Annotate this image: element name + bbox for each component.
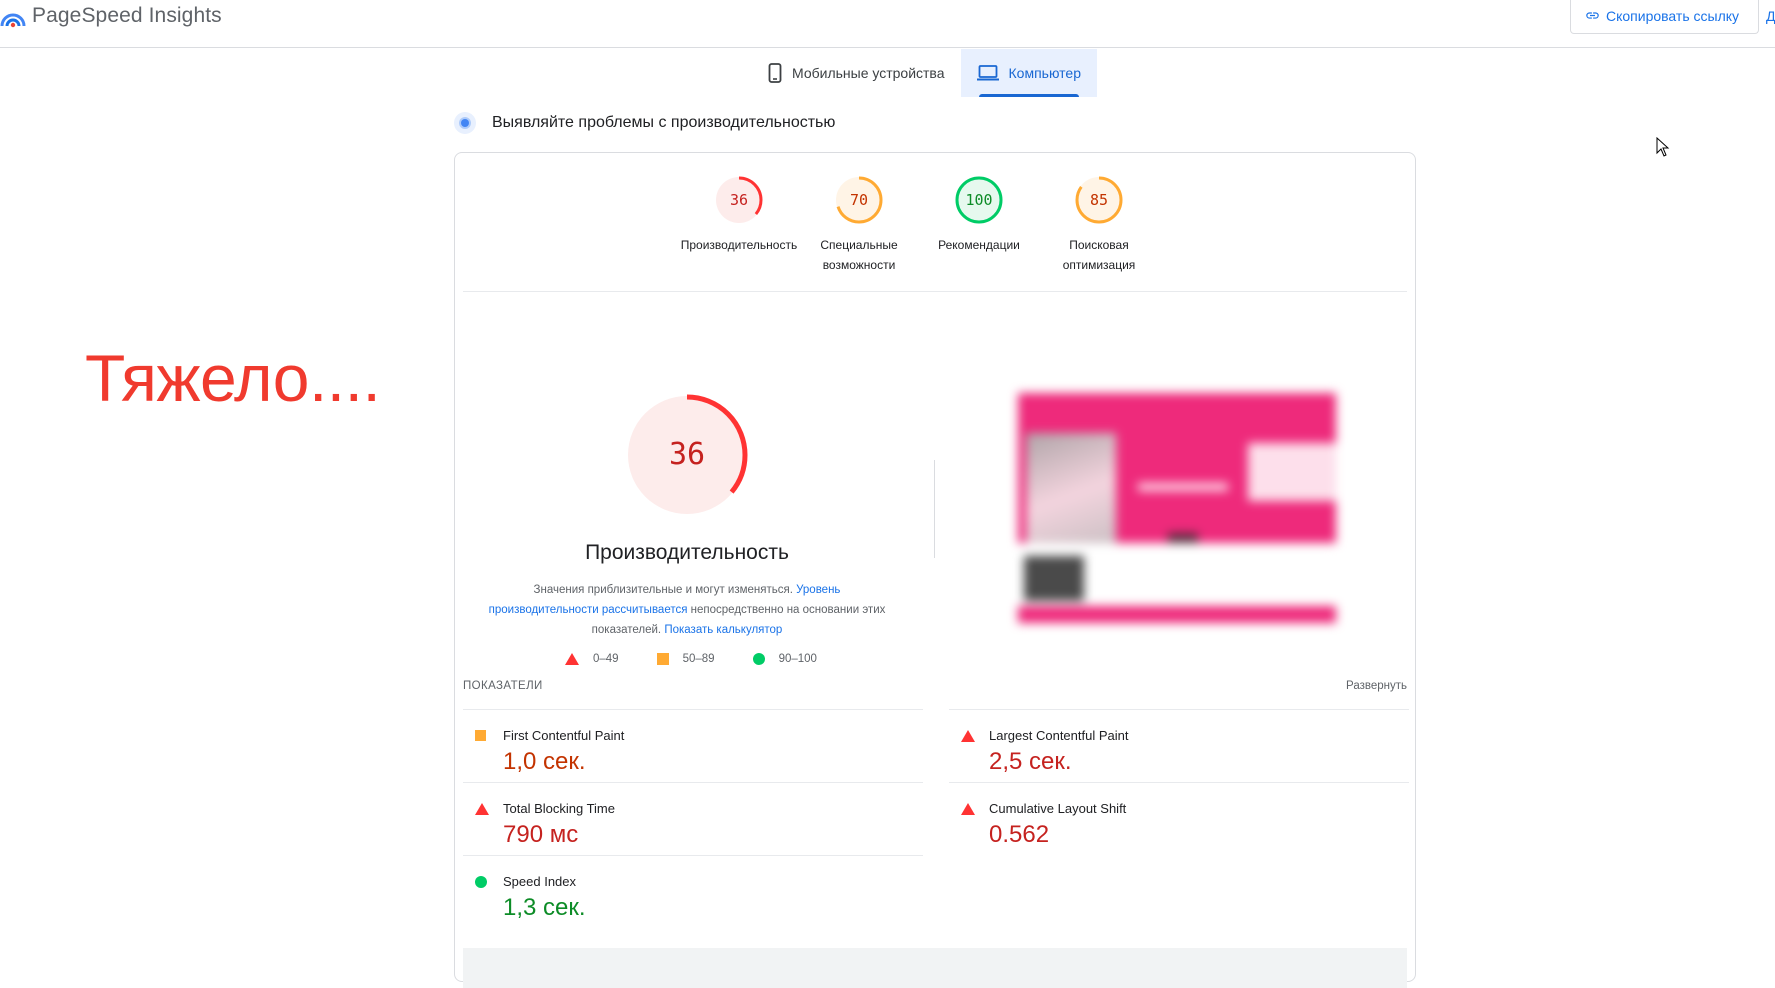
tab-desktop-label: Компьютер [1008, 65, 1081, 81]
gauge-label: Производительность [680, 238, 798, 252]
annotation-caption: Тяжело.... [85, 341, 381, 415]
legend-pass: 90–100 [752, 653, 817, 665]
app-logo[interactable]: PageSpeed Insights [0, 4, 222, 28]
note-text-1: Значения приблизительные и могут изменят… [533, 584, 793, 596]
gauge-label: Рекомендации [938, 238, 1020, 252]
tab-desktop[interactable]: Компьютер [960, 49, 1097, 97]
metrics-header: ПОКАЗАТЕЛИ Развернуть [463, 680, 1407, 708]
metric-lcp: Largest Contentful Paint 2,5 сек. [949, 709, 1409, 782]
diagnose-icon [454, 112, 476, 134]
triangle-icon [961, 803, 975, 815]
performance-note: Значения приблизительные и могут изменят… [485, 580, 889, 640]
triangle-icon [475, 803, 489, 815]
gauge-score: 100 [965, 191, 992, 209]
legend-range: 0–49 [593, 653, 619, 665]
device-tabs: Мобильные устройства Компьютер [752, 49, 1097, 97]
circle-icon [752, 653, 765, 665]
page-screenshot-thumbnail [1018, 393, 1336, 625]
gauge-ring: 36 [715, 176, 763, 224]
legend-range: 90–100 [778, 653, 817, 665]
category-gauges: 36 Производительность 70 Специальные воз… [679, 175, 1159, 275]
square-icon [656, 653, 669, 665]
legend-average: 50–89 [656, 653, 715, 665]
section-title: Выявляйте проблемы с производительностью [454, 112, 835, 134]
performance-title: Производительность [585, 541, 789, 564]
score-legend: 0–49 50–89 90–100 [565, 653, 855, 665]
expand-button[interactable]: Развернуть [1346, 680, 1407, 708]
metric-value: 1,3 сек. [503, 894, 586, 921]
cut-off-button-label[interactable]: Д [1766, 8, 1775, 24]
gauge-ring: 100 [955, 176, 1003, 224]
metric-value: 1,0 сек. [503, 748, 586, 775]
pagespeed-logo-icon [0, 13, 26, 28]
laptop-icon [976, 65, 999, 81]
triangle-icon [961, 730, 975, 742]
gauge-score: 85 [1090, 191, 1108, 209]
metrics-title: ПОКАЗАТЕЛИ [463, 680, 543, 692]
mouse-cursor-icon [1656, 137, 1670, 157]
metric-si: Speed Index 1,3 сек. [463, 855, 923, 928]
smartphone-icon [768, 63, 782, 83]
gauge-best-practices[interactable]: 100 Рекомендации [919, 175, 1039, 275]
report-card: 36 Производительность 70 Специальные воз… [454, 152, 1416, 988]
circle-icon [475, 876, 487, 888]
triangle-icon [565, 653, 579, 665]
tab-mobile-label: Мобильные устройства [792, 65, 945, 81]
metric-tbt: Total Blocking Time 790 мс [463, 782, 923, 855]
gauge-ring: 70 [835, 176, 883, 224]
metric-value: 0.562 [989, 821, 1050, 848]
section-title-text: Выявляйте проблемы с производительностью [492, 114, 836, 131]
gauge-label: Специальные возможности [820, 238, 898, 272]
metric-name: Cumulative Layout Shift [989, 801, 1127, 816]
gauge-performance[interactable]: 36 Производительность [679, 175, 799, 275]
link-icon [1586, 12, 1599, 19]
performance-big-gauge: 36 [626, 394, 748, 516]
vertical-divider [934, 460, 935, 558]
divider [463, 291, 1407, 292]
copy-link-label: Скопировать ссылку [1606, 7, 1740, 24]
metric-name: Largest Contentful Paint [989, 728, 1129, 743]
runtime-settings-strip [463, 948, 1407, 988]
gauge-seo[interactable]: 85 Поисковая оптимизация [1039, 175, 1159, 275]
metric-value: 790 мс [503, 821, 579, 848]
metric-name: First Contentful Paint [503, 728, 625, 743]
metric-cls: Cumulative Layout Shift 0.562 [949, 782, 1409, 855]
gauge-score: 70 [850, 191, 868, 209]
metric-fcp: First Contentful Paint 1,0 сек. [463, 709, 923, 782]
metric-value: 2,5 сек. [989, 748, 1072, 775]
show-calculator-link[interactable]: Показать калькулятор [664, 624, 782, 636]
square-icon [475, 730, 486, 741]
legend-range: 50–89 [682, 653, 715, 665]
gauge-ring: 85 [1075, 176, 1123, 224]
metric-name: Total Blocking Time [503, 801, 615, 816]
big-gauge-score: 36 [669, 437, 705, 472]
app-title: PageSpeed Insights [32, 4, 222, 27]
copy-link-button[interactable]: Скопировать ссылку [1570, 0, 1759, 34]
legend-fail: 0–49 [565, 653, 619, 665]
gauge-accessibility[interactable]: 70 Специальные возможности [799, 175, 919, 275]
tab-mobile[interactable]: Мобильные устройства [752, 49, 961, 97]
gauge-label: Поисковая оптимизация [1062, 238, 1136, 272]
top-bar: PageSpeed Insights Скопировать ссылку Д [0, 0, 1775, 48]
metric-name: Speed Index [503, 874, 577, 889]
gauge-score: 36 [730, 191, 748, 209]
